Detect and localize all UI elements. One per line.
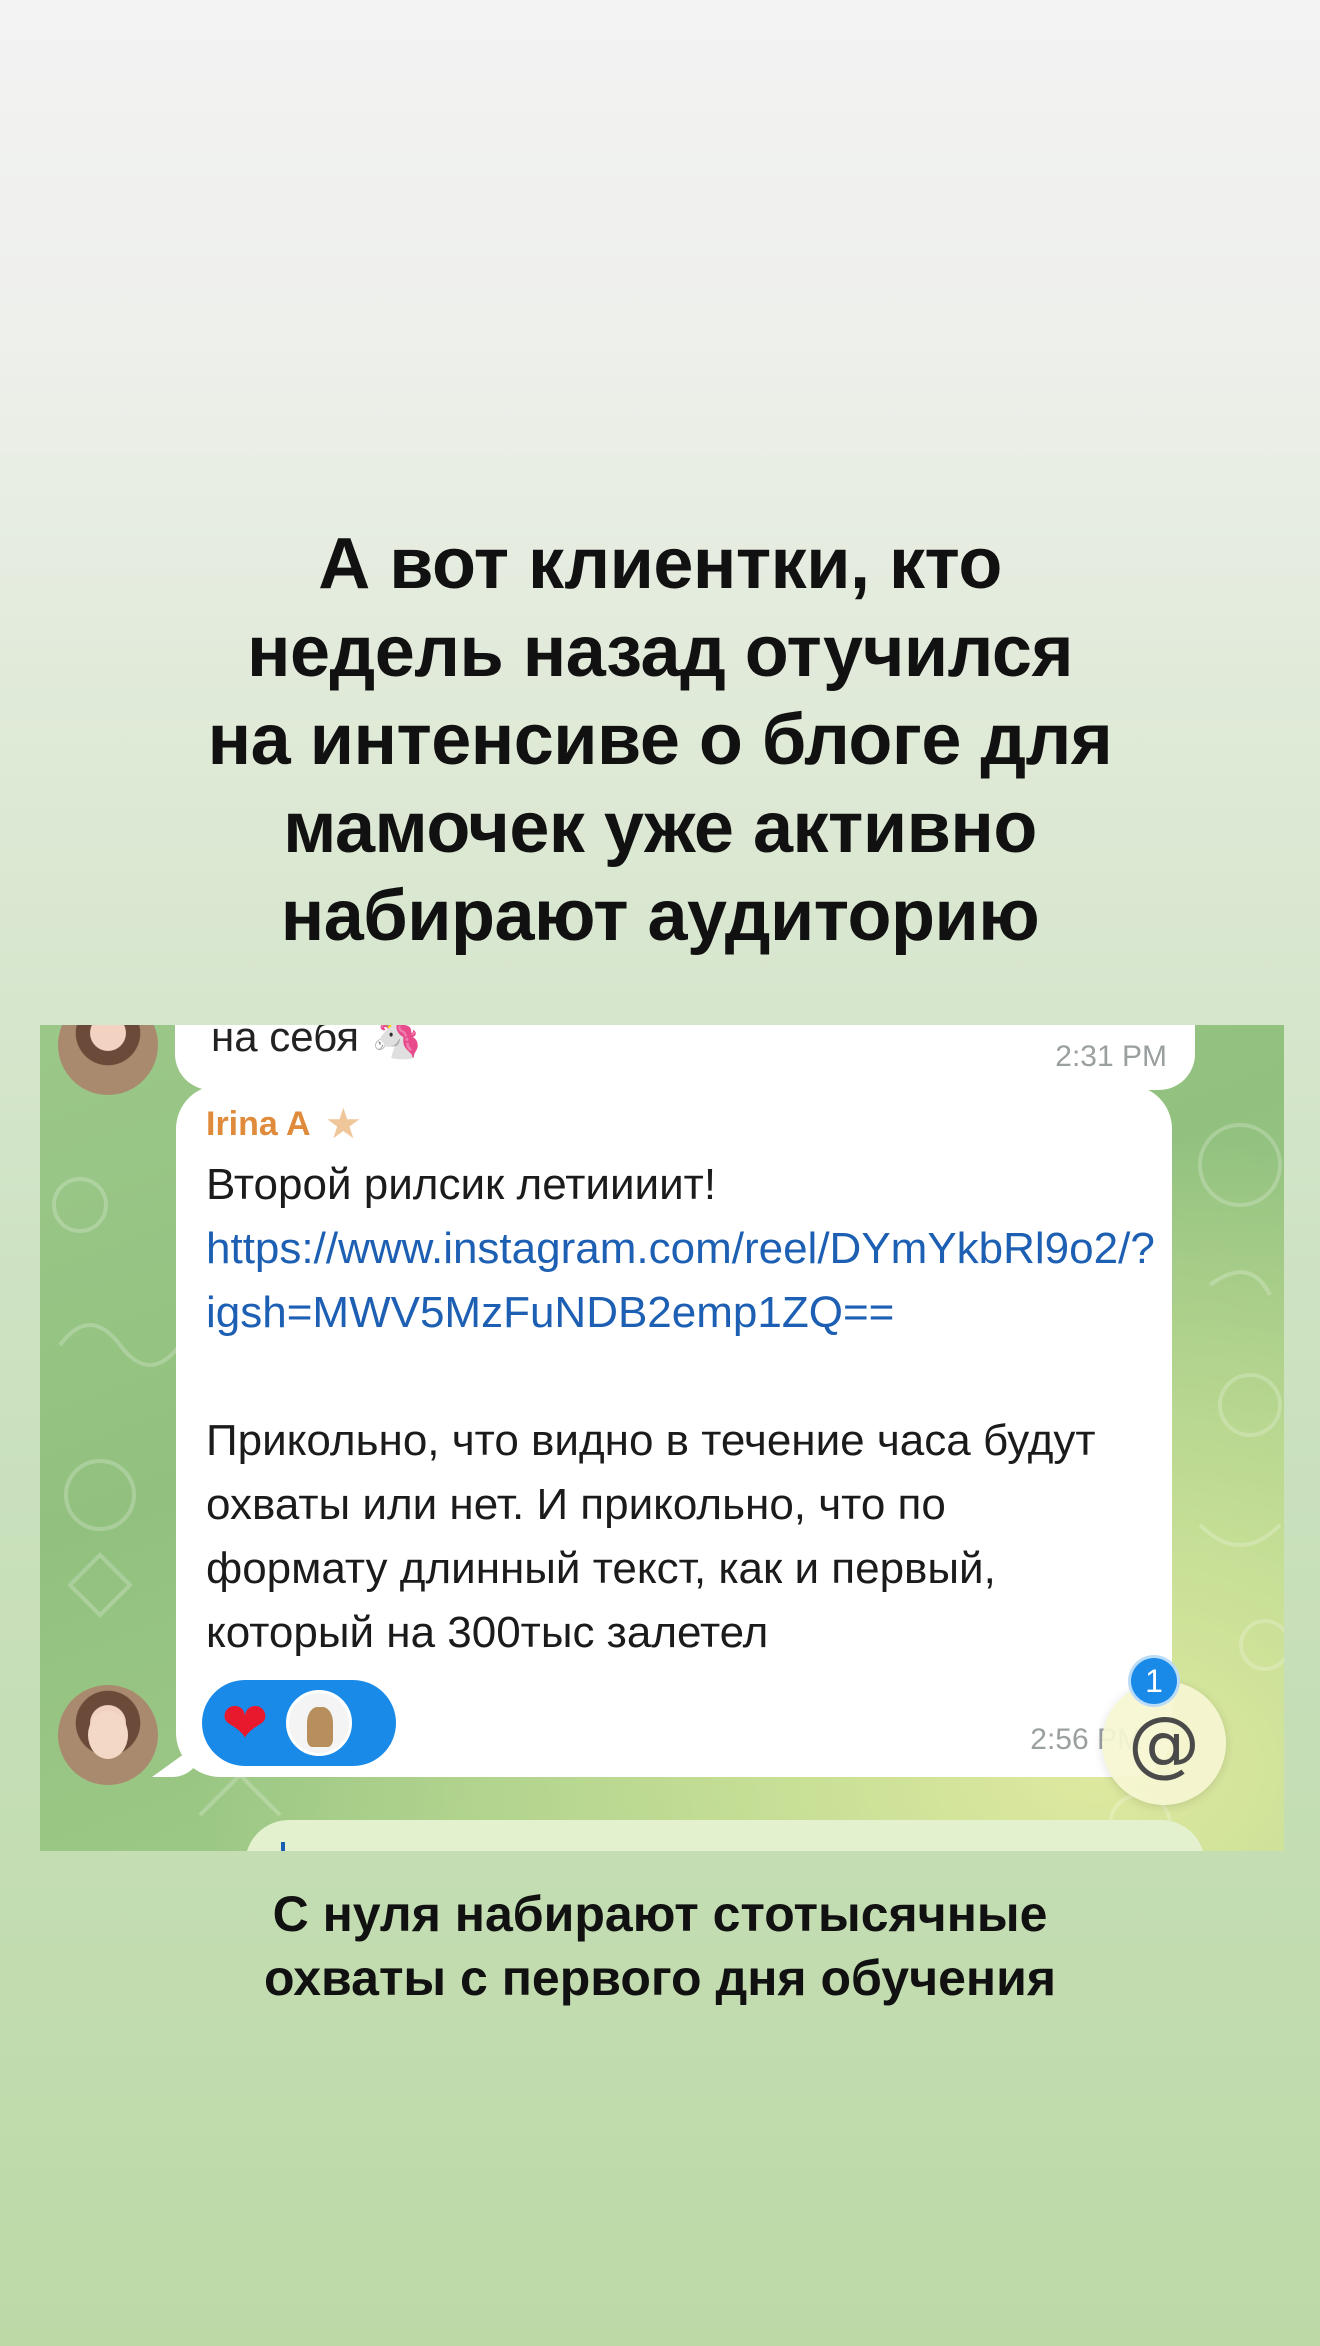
subheadline-line: С нуля набирают стотысячные — [272, 1886, 1048, 1942]
sender-name[interactable]: Irina A — [206, 1105, 311, 1144]
chat-screenshot: на себя 🦄 2:31 PM Irina A ★ Второй рилси… — [40, 1025, 1284, 1851]
sender-name-row[interactable]: Irina A ★ — [206, 1103, 362, 1145]
at-sign-icon: @ — [1128, 1701, 1200, 1785]
reactions-pill[interactable]: ❤ — [202, 1680, 396, 1766]
message-time: 2:31 PM — [1055, 1040, 1167, 1073]
avatar[interactable] — [58, 1685, 158, 1785]
message-text: Прикольно, что видно в течение часа буду… — [206, 1416, 1096, 1657]
message-text: Второй рилсик летиииит! — [206, 1160, 717, 1209]
heart-icon: ❤ — [221, 1691, 269, 1754]
message-text: на себя 🦄 — [211, 1025, 423, 1060]
headline: А вот клиентки, кто недель назад отучилс… — [90, 520, 1230, 960]
reactor-avatar — [286, 1690, 352, 1756]
message-body: Второй рилсик летиииит! https://www.inst… — [206, 1153, 1155, 1665]
headline-line: на интенсиве о блоге для — [207, 700, 1113, 780]
message-bubble[interactable]: Irina A ★ Второй рилсик летиииит! https:… — [176, 1085, 1172, 1777]
subheadline-line: охваты с первого дня обучения — [263, 1950, 1057, 2006]
star-icon: ★ — [324, 1100, 363, 1147]
message-bubble-next[interactable] — [245, 1820, 1205, 1851]
headline-line: мамочек уже активно — [283, 788, 1037, 868]
headline-line: А вот клиентки, кто — [318, 524, 1002, 604]
unread-mention-badge: 1 — [1128, 1655, 1180, 1707]
instagram-link[interactable]: https://www.instagram.com/reel/DYmYkbRl9… — [206, 1224, 1155, 1337]
headline-line: набирают аудиторию — [280, 876, 1040, 956]
subheadline: С нуля набирают стотысячные охваты с пер… — [90, 1882, 1230, 2010]
headline-line: недель назад отучился — [247, 612, 1073, 692]
message-bubble-previous[interactable]: на себя 🦄 2:31 PM — [175, 1025, 1195, 1090]
